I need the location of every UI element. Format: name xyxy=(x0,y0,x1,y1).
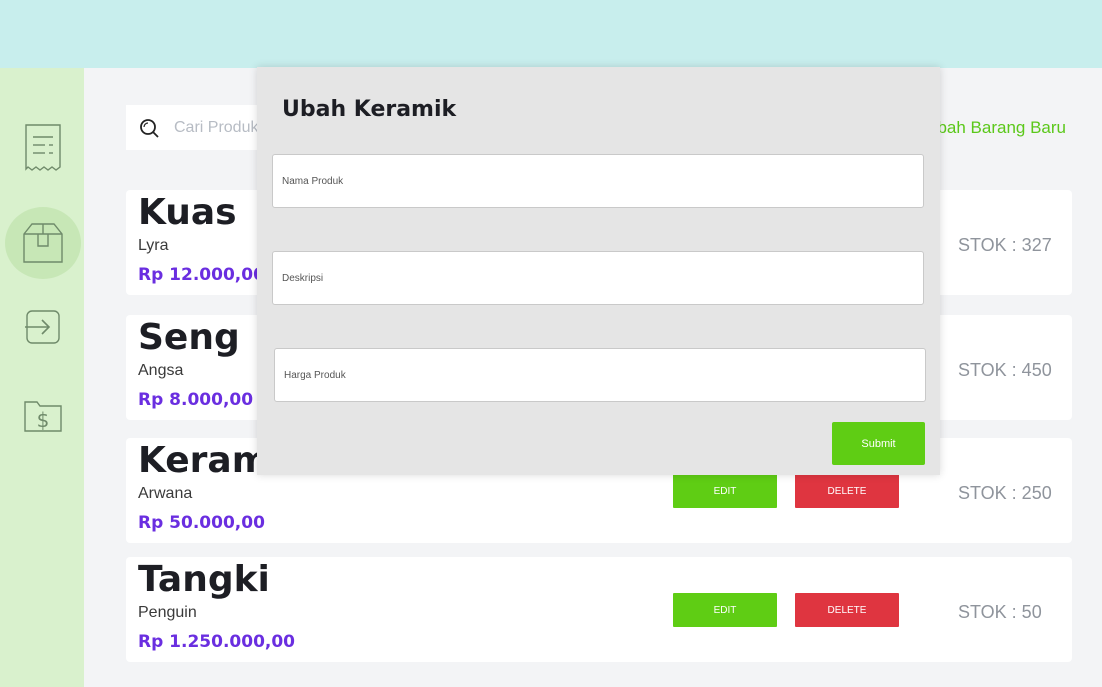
sidebar-item-incoming[interactable] xyxy=(5,291,81,363)
delete-button[interactable]: DELETE xyxy=(795,474,899,508)
sidebar-item-finance[interactable]: $ xyxy=(5,379,81,451)
submit-button[interactable]: Submit xyxy=(832,422,925,465)
edit-product-modal: Ubah Keramik Submit xyxy=(257,67,940,475)
product-stock: STOK : 250 xyxy=(958,483,1052,503)
product-price: Rp 8.000,00 xyxy=(138,390,254,410)
svg-text:$: $ xyxy=(37,408,50,432)
product-price: Rp 1.250.000,00 xyxy=(138,632,296,652)
sidebar: $ xyxy=(0,68,84,687)
receipt-icon xyxy=(25,124,61,171)
product-name-input[interactable] xyxy=(272,154,924,208)
product-stock: STOK : 327 xyxy=(958,235,1052,255)
product-brand: Lyra xyxy=(138,237,169,254)
edit-button[interactable]: EDIT xyxy=(673,474,777,508)
product-stock: STOK : 450 xyxy=(958,360,1052,380)
product-brand: Penguin xyxy=(138,604,197,621)
product-brand: Arwana xyxy=(138,485,193,502)
login-arrow-icon xyxy=(25,310,60,344)
product-name: Seng xyxy=(138,317,240,358)
search-icon xyxy=(140,118,159,138)
description-input[interactable] xyxy=(272,251,924,305)
product-card: Tangki Penguin Rp 1.250.000,00 EDIT DELE… xyxy=(126,557,1072,662)
sidebar-item-transactions[interactable] xyxy=(5,112,81,184)
edit-button[interactable]: EDIT xyxy=(673,593,777,627)
product-name: Kuas xyxy=(138,192,237,233)
product-price: Rp 50.000,00 xyxy=(138,513,265,533)
product-name: Tangki xyxy=(138,559,270,600)
product-stock: STOK : 50 xyxy=(958,602,1042,622)
delete-button[interactable]: DELETE xyxy=(795,593,899,627)
sidebar-item-products[interactable] xyxy=(5,207,81,279)
money-folder-icon: $ xyxy=(24,401,62,432)
modal-title: Ubah Keramik xyxy=(282,97,457,122)
box-icon xyxy=(23,223,63,263)
product-brand: Angsa xyxy=(138,362,184,379)
top-bar xyxy=(0,0,1102,68)
price-input[interactable] xyxy=(274,348,926,402)
product-price: Rp 12.000,00 xyxy=(138,265,265,285)
